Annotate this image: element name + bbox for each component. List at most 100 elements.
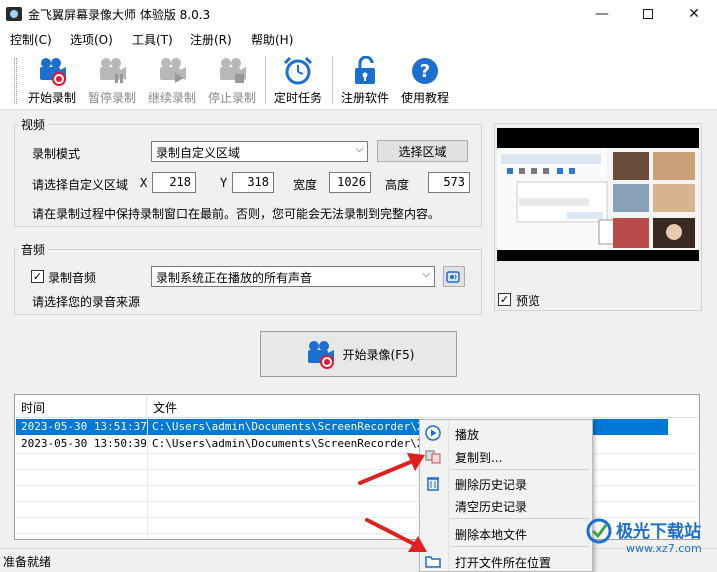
chevron-down-icon: ⌵ [355,144,363,155]
minimize-icon[interactable]: — [579,0,625,28]
annotation-arrow-icon [365,518,427,552]
menu-item-label: 清空历史记录 [455,500,528,514]
context-menu: 播放 复制到... 删除历史记录 清空历史记录 删除本地文件 打开文件所在位置 [419,419,593,572]
record-mode-value: 录制自定义区域 [156,146,241,160]
toolbar-separator [332,56,333,104]
camera-record-icon [40,58,66,86]
column-header-file[interactable]: 文件 [147,395,699,417]
pause-record-label: 暂停录制 [87,91,136,105]
register-software-button[interactable]: 注册软件 [335,54,395,108]
audio-settings-button[interactable] [443,266,465,287]
audio-group-label: 音频 [18,241,49,258]
watermark-url: www.xz7.com [626,542,702,555]
status-text: 准备就绪 [3,555,52,569]
menu-item-play[interactable]: 播放 [420,422,592,444]
alarm-clock-icon [283,56,313,85]
maximize-icon[interactable] [625,0,671,28]
menu-register[interactable]: 注册(R) [190,31,232,48]
speaker-icon [446,270,460,283]
x-label: X [140,176,148,190]
toolbar: 开始录制 暂停录制 继续录制 停止录制 定时任务 注册软件 ? 使用教程 [0,50,717,110]
menu-item-label: 播放 [455,428,480,442]
menu-item-label: 复制到... [455,451,503,465]
play-icon [425,425,441,441]
menu-item-label: 删除历史记录 [455,478,528,492]
column-divider [147,417,148,539]
height-label: 高度 [385,178,410,192]
x-input[interactable]: 218 [152,172,196,193]
camera-stop-icon [220,58,246,83]
grid-line [16,501,698,502]
help-tutorial-button[interactable]: ? 使用教程 [395,54,455,108]
record-mode-select[interactable]: 录制自定义区域 ⌵ [151,141,368,162]
width-input[interactable]: 1026 [329,172,371,193]
menu-item-label: 删除本地文件 [455,528,528,542]
pause-record-button[interactable]: 暂停录制 [82,54,142,108]
menu-separator [450,469,590,470]
row-file: C:\Users\admin\Documents\ScreenRecorder\… [152,420,444,433]
stop-record-label: 停止录制 [207,91,256,105]
camera-record-icon [307,341,334,369]
menu-separator [450,518,590,519]
video-note: 请在录制过程中保持录制窗口在最前。否则，您可能会无法录制到完整内容。 [32,207,441,221]
y-input[interactable]: 318 [232,172,274,193]
width-label: 宽度 [293,178,318,192]
title-bar: 金飞翼屏幕录像大师 体验版 8.0.3 — ✕ [0,0,717,28]
audio-source-select[interactable]: 录制系统正在播放的所有声音 ⌵ [151,266,435,287]
close-icon[interactable]: ✕ [671,0,717,28]
height-input[interactable]: 573 [428,172,470,193]
audio-source-hint: 请选择您的录音来源 [32,295,141,309]
annotation-arrow-icon [358,453,425,485]
toolbar-grip [14,58,17,104]
resume-record-label: 继续录制 [147,91,196,105]
menu-bar: 控制(C) 选项(O) 工具(T) 注册(R) 帮助(H) [0,28,717,50]
help-tutorial-label: 使用教程 [400,91,449,105]
watermark: 极光下载站 www.xz7.com [586,515,716,565]
video-group-label: 视频 [18,116,49,133]
menu-help[interactable]: 帮助(H) [251,31,293,48]
watermark-brand: 极光下载站 [616,522,701,542]
schedule-task-button[interactable]: 定时任务 [268,54,328,108]
preview-thumbnail [497,128,699,261]
toolbar-separator [265,56,266,104]
camera-resume-icon [160,58,186,83]
record-mode-label: 录制模式 [32,147,81,161]
preview-image [497,128,699,261]
menu-item-clear-history[interactable]: 清空历史记录 [420,494,592,516]
menu-separator [450,546,590,547]
menu-item-label: 打开文件所在位置 [455,556,552,570]
resume-record-button[interactable]: 继续录制 [142,54,202,108]
window-title: 金飞翼屏幕录像大师 体验版 8.0.3 [28,8,211,22]
start-record-button[interactable]: 开始录制 [22,54,82,108]
menu-tools[interactable]: 工具(T) [132,31,173,48]
preview-checkbox[interactable]: ✓ [498,293,511,306]
menu-control[interactable]: 控制(C) [10,31,52,48]
start-record-label: 开始录制 [27,91,76,105]
app-icon [6,7,22,21]
menu-item-delete-history[interactable]: 删除历史记录 [420,472,592,494]
audio-source-value: 录制系统正在播放的所有声音 [156,271,313,285]
register-software-label: 注册软件 [340,91,389,105]
select-area-button[interactable]: 选择区域 [377,140,468,162]
row-time: 2023-05-30 13:50:39 [21,437,147,450]
preview-label: 预览 [516,294,541,308]
big-start-record-label: 开始录像(F5) [342,347,415,362]
menu-item-open-folder[interactable]: 打开文件所在位置 [420,550,592,572]
y-label: Y [220,176,228,190]
schedule-task-label: 定时任务 [273,91,322,105]
watermark-logo [586,518,612,544]
menu-options[interactable]: 选项(O) [70,31,113,48]
camera-pause-icon [100,58,126,83]
unlock-icon [355,56,375,84]
stop-record-button[interactable]: 停止录制 [202,54,262,108]
record-audio-checkbox[interactable]: ✓ [31,270,44,283]
row-time: 2023-05-30 13:51:37 [21,420,147,433]
chevron-down-icon: ⌵ [422,269,430,280]
menu-item-delete-local-file[interactable]: 删除本地文件 [420,522,592,544]
custom-area-label: 请选择自定义区域 [32,178,129,192]
big-start-record-button[interactable]: 开始录像(F5) [260,331,457,377]
record-audio-label: 录制音频 [48,271,97,285]
menu-item-copy-to[interactable]: 复制到... [420,445,592,467]
svg-text:?: ? [420,61,430,82]
column-header-time[interactable]: 时间 [15,395,147,417]
